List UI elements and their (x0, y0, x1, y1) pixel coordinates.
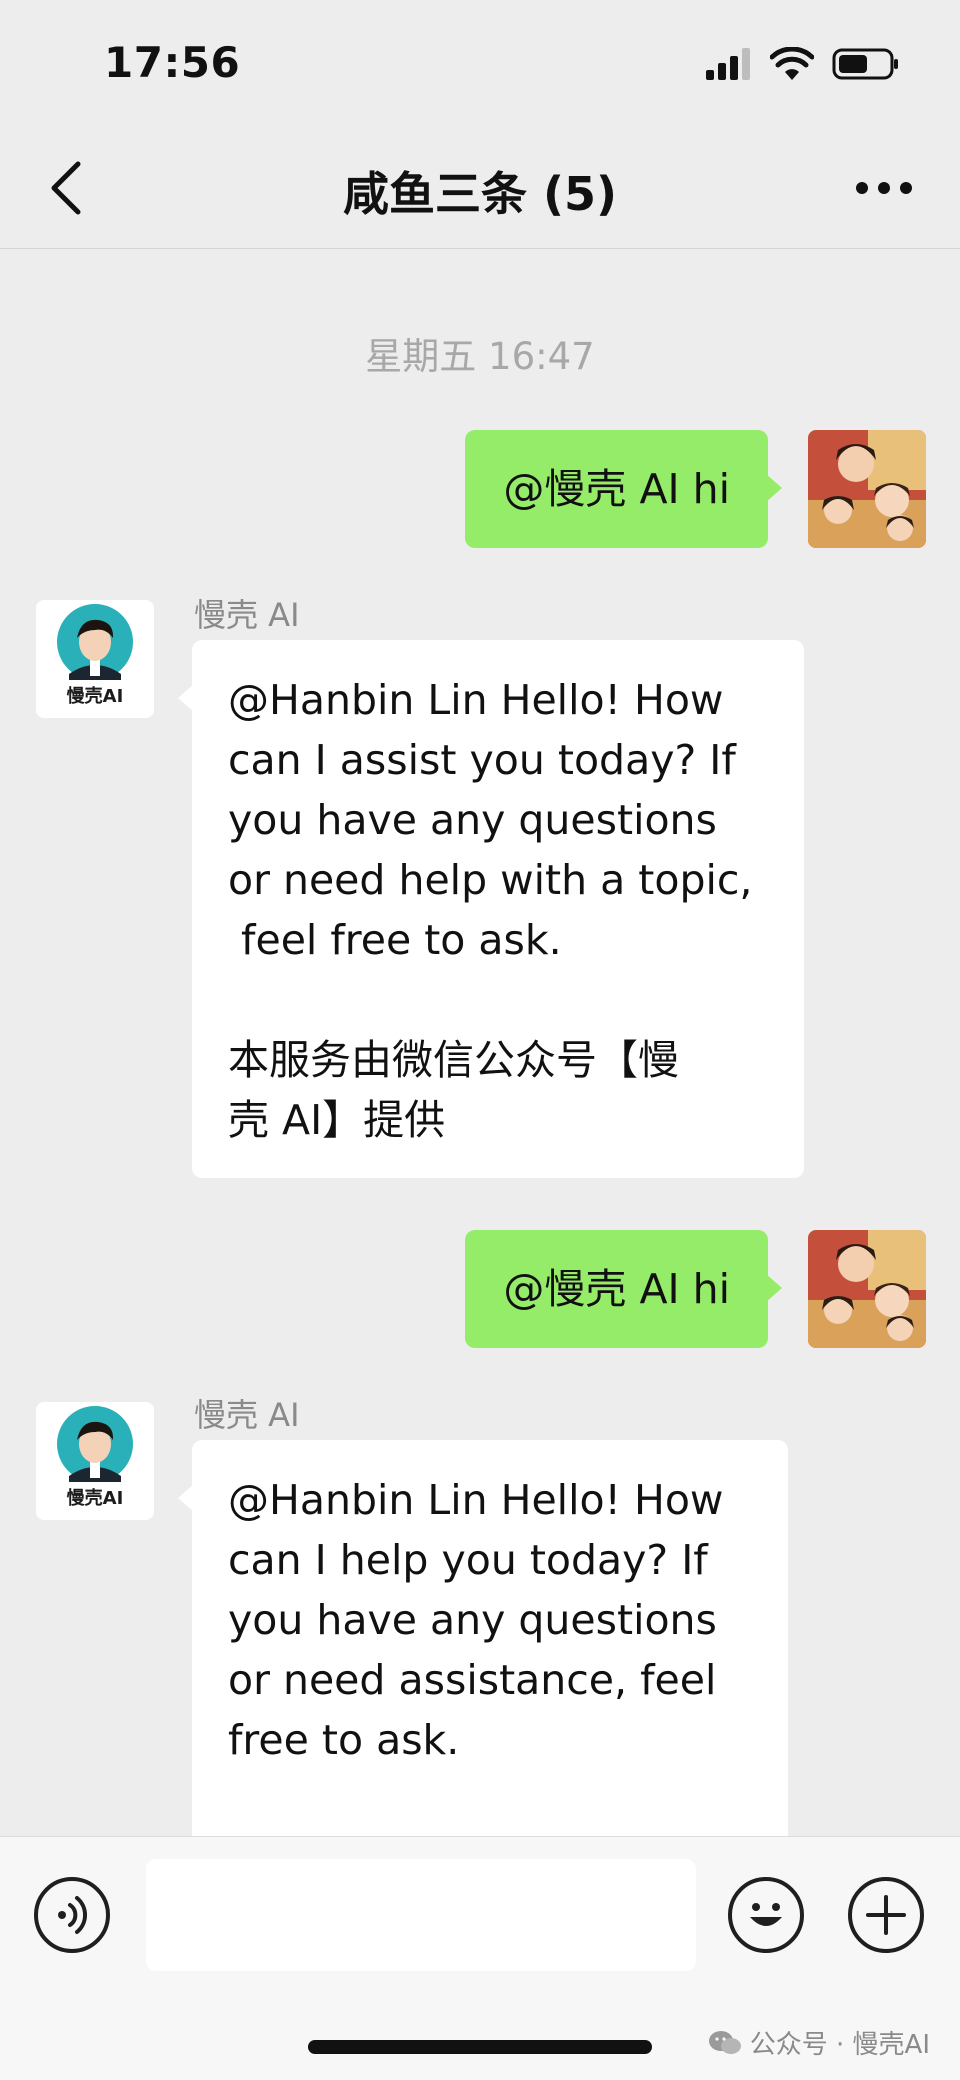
status-icons (706, 46, 900, 82)
incoming-message[interactable]: @Hanbin Lin Hello! How can I assist you … (178, 640, 804, 1178)
watermark: 公众号 · 慢壳AI (708, 2024, 930, 2061)
bot-avatar[interactable]: 慢壳AI (36, 1402, 154, 1520)
bot-avatar-label: 慢壳AI (66, 686, 124, 707)
message-text: @慢壳 AI hi (503, 1265, 730, 1313)
sender-name: 慢壳 AI (194, 596, 300, 634)
battery-icon (832, 48, 898, 80)
wifi-icon (770, 47, 814, 80)
voice-icon (58, 1896, 88, 1934)
family-illustration-avatar (808, 430, 926, 548)
message-input[interactable] (146, 1859, 696, 1971)
emoji-icon (750, 1903, 782, 1926)
add-button[interactable] (848, 1877, 924, 1953)
watermark-text: 公众号 · 慢壳AI (749, 2030, 930, 2060)
incoming-message[interactable]: @Hanbin Lin Hello! How can I help you to… (178, 1440, 788, 1858)
cellular-signal-icon (706, 48, 750, 80)
message-timestamp: 星期五 16:47 (365, 335, 595, 378)
more-dots-icon[interactable] (854, 178, 914, 198)
bot-avatar[interactable]: 慢壳AI (36, 600, 154, 718)
chat-title: 咸鱼三条 (5) (342, 167, 618, 221)
outgoing-message[interactable]: @慢壳 AI hi (465, 430, 782, 548)
home-indicator[interactable] (308, 2040, 652, 2054)
my-avatar[interactable] (808, 430, 926, 548)
voice-button[interactable] (34, 1877, 110, 1953)
plus-icon (866, 1895, 906, 1935)
my-avatar[interactable] (808, 1230, 926, 1348)
chat-header: 咸鱼三条 (5) (0, 130, 960, 249)
emoji-button[interactable] (728, 1877, 804, 1953)
family-illustration-avatar (808, 1230, 926, 1348)
wechat-icon (708, 2030, 741, 2054)
sender-name: 慢壳 AI (194, 1396, 300, 1434)
status-bar: 17:56 (0, 0, 960, 130)
status-time: 17:56 (104, 38, 241, 87)
message-text: @慢壳 AI hi (503, 465, 730, 513)
outgoing-message[interactable]: @慢壳 AI hi (465, 1230, 782, 1348)
bot-avatar-label: 慢壳AI (66, 1488, 124, 1509)
